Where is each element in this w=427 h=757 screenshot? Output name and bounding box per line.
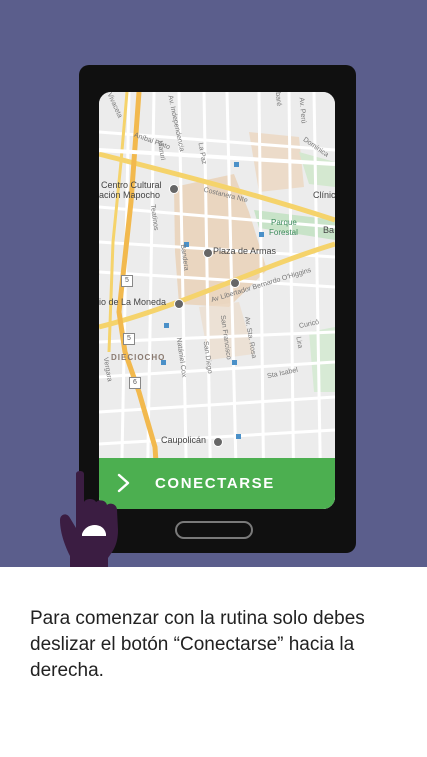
home-button — [175, 521, 253, 539]
landmark-icon — [174, 299, 184, 309]
instruction-text: Para comenzar con la rutina solo debes d… — [30, 608, 365, 681]
phone-screen: Vivaceta Aníbal Pinto Av. Independencia … — [99, 92, 335, 509]
place-label: Clínic — [313, 190, 335, 200]
landmark-icon — [203, 248, 213, 258]
street-label: Tabaré — [273, 92, 283, 107]
park-label: Parque — [271, 218, 297, 227]
landmark-icon — [230, 278, 240, 288]
park-label: Forestal — [269, 228, 298, 237]
place-label: Caupolicán — [161, 435, 207, 445]
connect-label: CONECTARSE — [155, 475, 275, 492]
edge-letter: l — [99, 270, 100, 277]
place-label: ación Mapocho — [99, 190, 161, 200]
pointing-hand-icon — [60, 471, 118, 567]
hero-illustration: Vivaceta Aníbal Pinto Av. Independencia … — [0, 0, 427, 567]
music-venue-icon — [213, 437, 223, 447]
district-label: DIECIOCHO — [111, 353, 166, 362]
connect-slide-button[interactable]: CONECTARSE — [99, 458, 335, 509]
place-label: Ba — [323, 225, 335, 235]
route-shield: 6 — [129, 377, 141, 389]
place-label: io de La Moneda — [99, 297, 167, 307]
route-shield: 5 — [121, 275, 133, 287]
route-shield: 5 — [123, 333, 135, 345]
place-label: Centro Cultural — [101, 180, 162, 190]
place-label: Plaza de Armas — [213, 246, 277, 256]
museum-icon — [169, 184, 179, 194]
